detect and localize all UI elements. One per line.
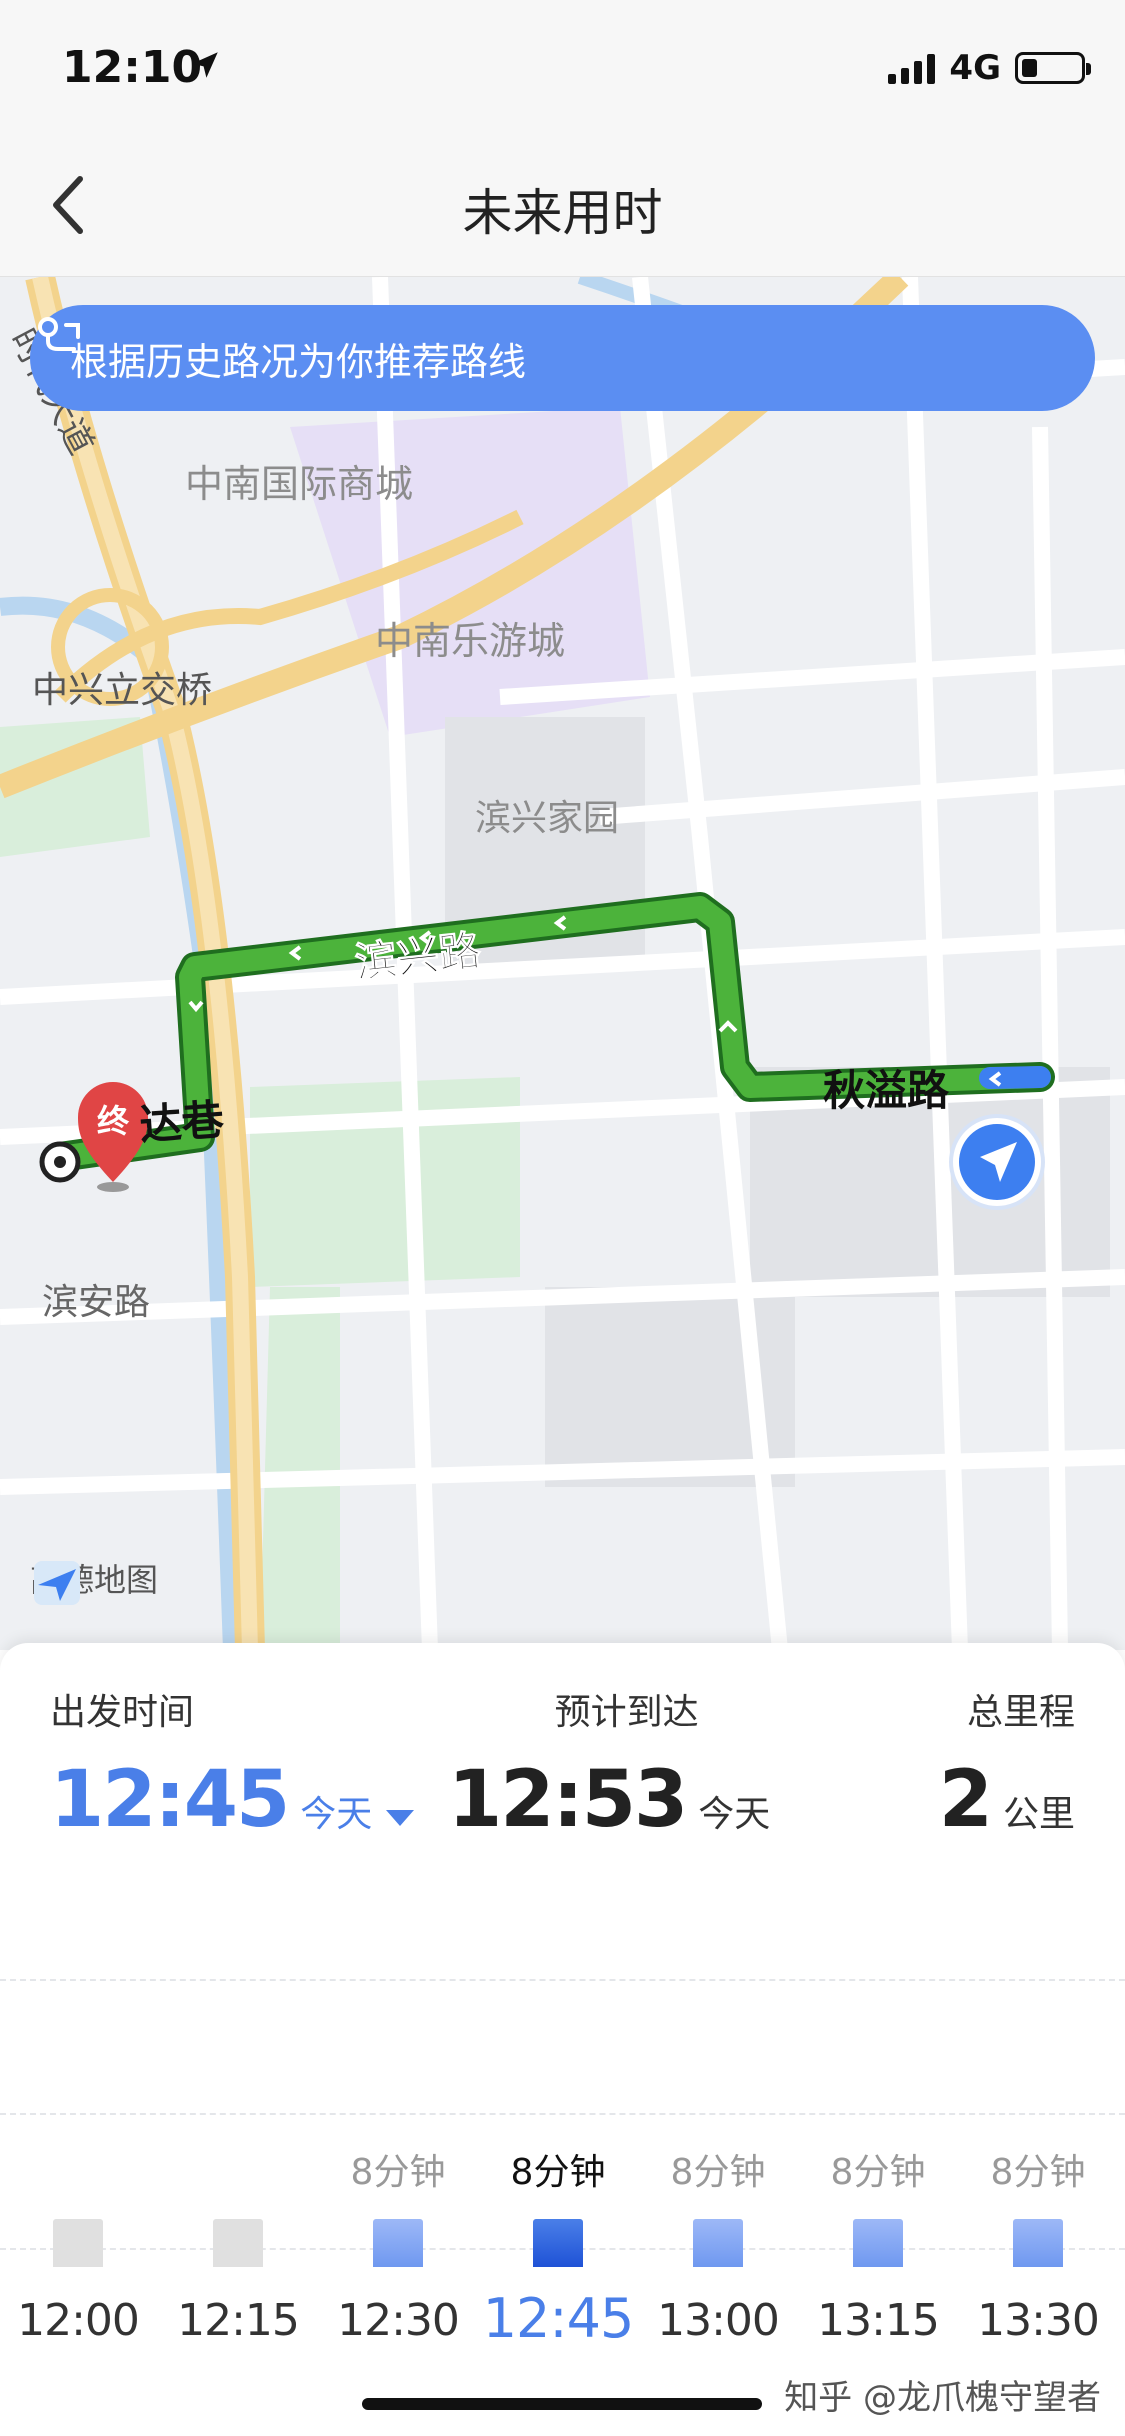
amap-logo-icon	[34, 1561, 80, 1605]
time-slot-duration: 8分钟	[830, 2152, 926, 2193]
map-label-zhongnan-park: 中南乐游城	[375, 619, 565, 663]
depart-selector[interactable]: 12:45 今天	[50, 1755, 415, 1845]
time-slot-duration: 8分钟	[510, 2152, 606, 2193]
end-marker-label: 终	[97, 1102, 130, 1140]
time-slot-bar	[213, 2219, 263, 2267]
battery-icon	[1015, 52, 1091, 84]
time-slot[interactable]: 8分钟 12:45	[478, 2143, 638, 2350]
banner-text: 根据历史路况为你推荐路线	[70, 339, 527, 384]
time-slot[interactable]: 12:00	[0, 2143, 158, 2346]
time-slot-label: 12:15	[177, 2295, 300, 2346]
chart-gridline	[0, 2113, 1125, 2115]
time-slot-bar	[1013, 2219, 1063, 2267]
time-slot-bar	[693, 2219, 743, 2267]
depart-label: 出发时间	[50, 1692, 195, 1733]
time-slot[interactable]: 8分钟 13:15	[798, 2143, 958, 2346]
arrive-label: 预计到达	[554, 1692, 699, 1733]
time-slot-duration	[158, 2143, 318, 2189]
route-icon	[38, 317, 80, 351]
distance-stat: 总里程 2 公里	[939, 1683, 1075, 1845]
bottom-panel: 出发时间 12:45 今天 预计到达 12:53 今天 总里程 2 公里 12:…	[0, 1643, 1125, 2436]
time-slot-duration	[0, 2143, 158, 2189]
distance-value: 2	[938, 1755, 993, 1845]
time-slot-duration: 8分钟	[990, 2152, 1086, 2193]
time-slot[interactable]: 8分钟 12:30	[318, 2143, 478, 2346]
time-slot-duration: 8分钟	[350, 2152, 446, 2193]
map-canvas: 终 时代大道 中南国际商城 中南乐游城 中兴立交桥 滨兴家园 滨兴路 秋溢路 达…	[0, 277, 1125, 1650]
dropdown-caret-icon[interactable]	[386, 1810, 415, 1826]
depart-time: 12:45	[50, 1755, 290, 1845]
chart-gridline	[0, 1979, 1125, 1981]
route-recommendation-banner[interactable]: 根据历史路况为你推荐路线	[30, 305, 1095, 411]
time-slot-duration: 8分钟	[670, 2152, 766, 2193]
arrive-value: 12:53 今天	[448, 1755, 770, 1845]
depart-day: 今天	[300, 1794, 373, 1835]
status-bar: 12:10 4G	[0, 0, 1125, 135]
page-title: 未来用时	[462, 184, 663, 242]
time-slot[interactable]: 12:15	[158, 2143, 318, 2346]
map-label-binan-road: 滨安路	[42, 1282, 150, 1323]
current-location-marker[interactable]	[949, 1114, 1045, 1210]
map-label-da-lane: 达巷	[138, 1095, 226, 1150]
time-slot-label: 12:00	[17, 2295, 140, 2346]
time-slot-label: 12:45	[482, 2287, 635, 2350]
route-end-dot-center	[54, 1156, 66, 1168]
map-label-zhongxing-bridge: 中兴立交桥	[32, 670, 212, 711]
network-type: 4G	[949, 48, 1001, 88]
time-slot-label: 13:00	[657, 2295, 780, 2346]
arrive-stat: 预计到达 12:53 今天	[448, 1683, 770, 1845]
time-slot[interactable]: 8分钟 13:00	[638, 2143, 798, 2346]
status-indicators: 4G	[888, 48, 1091, 88]
time-slot-bar	[853, 2219, 903, 2267]
depart-stat[interactable]: 出发时间 12:45 今天	[50, 1683, 415, 1845]
location-arrow-icon	[192, 52, 218, 78]
arrive-time: 12:53	[448, 1755, 688, 1845]
status-time: 12:10	[62, 42, 203, 93]
distance-value-wrap: 2 公里	[939, 1755, 1075, 1845]
time-slot-bar	[373, 2219, 423, 2267]
time-slot-label: 13:15	[817, 2295, 940, 2346]
map-view[interactable]: 终 时代大道 中南国际商城 中南乐游城 中兴立交桥 滨兴家园 滨兴路 秋溢路 达…	[0, 277, 1125, 1650]
watermark: 知乎 @龙爪槐守望者	[784, 2378, 1101, 2418]
park-area	[260, 1287, 340, 1650]
signal-strength-icon	[888, 52, 936, 84]
map-label-binxing-garden: 滨兴家园	[475, 798, 619, 839]
arrive-day: 今天	[698, 1794, 771, 1835]
map-label-zhongnan-mall: 中南国际商城	[185, 462, 413, 506]
distance-unit: 公里	[1002, 1794, 1075, 1835]
nav-bar: 未来用时	[0, 135, 1125, 277]
time-slot-label: 12:30	[337, 2295, 460, 2346]
battery-level	[1022, 59, 1037, 77]
home-indicator	[362, 2398, 762, 2410]
time-slot-bar	[533, 2219, 583, 2267]
time-slot-label: 13:30	[977, 2295, 1100, 2346]
time-slot[interactable]: 8分钟 13:30	[958, 2143, 1118, 2346]
distance-label: 总里程	[966, 1692, 1075, 1733]
time-slot-bar	[53, 2219, 103, 2267]
amap-logo: 高德地图	[30, 1555, 158, 1605]
map-label-qiuyi-road: 秋溢路	[823, 1066, 950, 1115]
